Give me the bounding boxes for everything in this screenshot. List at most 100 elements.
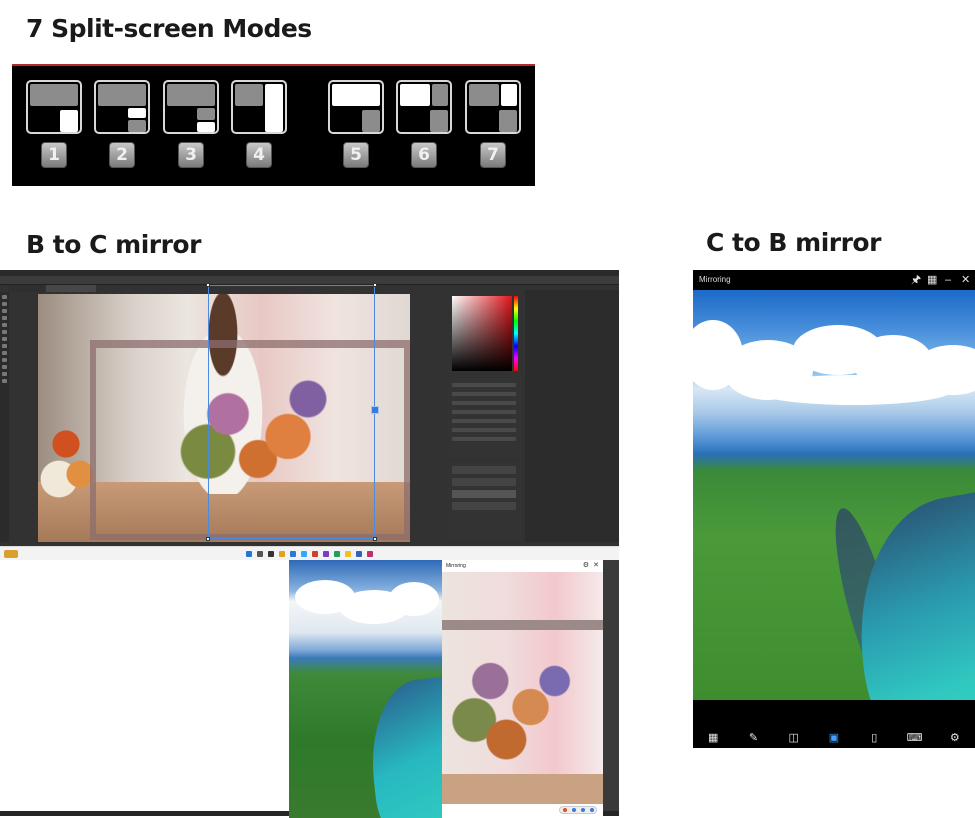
close-icon[interactable]: ✕ — [961, 270, 970, 290]
mode-number: 6 — [411, 142, 437, 168]
gradient-tool-icon[interactable] — [2, 351, 7, 355]
eraser-tool-icon[interactable] — [2, 344, 7, 348]
mode-number: 5 — [343, 142, 369, 168]
layer-row[interactable] — [452, 466, 516, 474]
hue-slider[interactable] — [514, 296, 518, 371]
mode-7-icon — [465, 80, 521, 134]
mode-number: 1 — [41, 142, 67, 168]
tablet-split-view: Mirroring ⚙ ✕ — [289, 560, 603, 818]
document-tab[interactable] — [8, 285, 44, 292]
minimize-icon[interactable]: – — [945, 270, 951, 290]
zoom-tool-icon[interactable] — [2, 379, 7, 383]
transform-handle[interactable] — [206, 537, 210, 541]
mirroring-footer — [442, 804, 603, 818]
control-icon[interactable] — [590, 808, 594, 812]
search-icon[interactable] — [257, 550, 263, 557]
control-icon[interactable] — [572, 808, 576, 812]
properties-panel — [446, 378, 522, 458]
annotate-icon[interactable]: ✎ — [745, 730, 761, 746]
windows-taskbar — [0, 546, 619, 560]
brush-tool-icon[interactable] — [2, 330, 7, 334]
mirroring-controls[interactable] — [559, 806, 597, 814]
app-icon[interactable] — [356, 550, 362, 557]
lasso-tool-icon[interactable] — [2, 309, 7, 313]
transform-handle[interactable] — [373, 283, 377, 287]
mirroring-title: Mirroring — [699, 275, 731, 284]
mirroring-toolbar: ▦ ✎ ◫ ▣ ▯ ⌨ ⚙ — [693, 728, 975, 748]
grid-icon[interactable]: ▦ — [927, 270, 937, 290]
mirrored-photo — [442, 572, 603, 804]
pen-tool-icon[interactable] — [2, 358, 7, 362]
crop-tool-icon[interactable] — [2, 316, 7, 320]
selection-box[interactable] — [206, 283, 379, 541]
eyedropper-tool-icon[interactable] — [2, 323, 7, 327]
layers-panel — [446, 462, 522, 540]
frame-band — [442, 620, 603, 630]
file-explorer-icon[interactable] — [279, 550, 285, 557]
mode-4-button[interactable]: 4 — [231, 80, 287, 168]
phone-icon[interactable]: ▯ — [866, 730, 882, 746]
layer-row[interactable] — [452, 502, 516, 510]
mode-1-button[interactable]: 1 — [26, 80, 82, 168]
control-icon[interactable] — [581, 808, 585, 812]
side-handle[interactable] — [371, 406, 379, 414]
learn-panel — [525, 290, 619, 465]
apps-icon[interactable]: ▦ — [705, 730, 721, 746]
landscape-image — [289, 560, 471, 818]
move-tool-icon[interactable] — [2, 295, 7, 299]
app-icon[interactable] — [334, 550, 340, 557]
transform-handle[interactable] — [206, 283, 210, 287]
weather-icon[interactable] — [4, 550, 18, 558]
tools-panel — [0, 292, 9, 542]
mode-number: 7 — [480, 142, 506, 168]
app-icon[interactable] — [367, 550, 373, 557]
table-surface — [442, 774, 603, 804]
app-icon[interactable] — [323, 550, 329, 557]
task-view-icon[interactable] — [268, 550, 274, 557]
b-to-c-heading: B to C mirror — [26, 230, 201, 259]
type-tool-icon[interactable] — [2, 365, 7, 369]
app-icon[interactable] — [312, 550, 318, 557]
layer-row[interactable] — [452, 478, 516, 486]
mode-3-button[interactable]: 3 — [163, 80, 219, 168]
mode-7-button[interactable]: 7 — [465, 80, 521, 168]
layer-row[interactable] — [452, 490, 516, 498]
document-tab[interactable] — [46, 285, 96, 292]
mode-2-icon — [94, 80, 150, 134]
settings-icon[interactable]: ⚙ — [947, 730, 963, 746]
mode-2-button[interactable]: 2 — [94, 80, 150, 168]
mode-5-button[interactable]: 5 — [328, 80, 384, 168]
cloud — [753, 375, 953, 405]
split-screen-icon[interactable]: ◫ — [786, 730, 802, 746]
edge-icon[interactable] — [290, 550, 296, 557]
mirroring-window: Mirroring 🖈 ▦ – ✕ ▦ ✎ ◫ ▣ ▯ ⌨ ⚙ — [693, 270, 975, 748]
mode-3-icon — [163, 80, 219, 134]
cloud — [389, 582, 439, 616]
mode-number: 3 — [178, 142, 204, 168]
keyboard-icon[interactable]: ⌨ — [907, 730, 923, 746]
record-icon[interactable] — [563, 808, 567, 812]
marquee-tool-icon[interactable] — [2, 302, 7, 306]
close-icon[interactable]: ✕ — [593, 560, 599, 572]
mode-6-icon — [396, 80, 452, 134]
color-picker[interactable] — [452, 296, 512, 371]
mirroring-titlebar: Mirroring ⚙ ✕ — [442, 560, 603, 572]
mode-1-icon — [26, 80, 82, 134]
pin-icon[interactable]: 🖈 — [911, 270, 921, 290]
transform-handle[interactable] — [373, 537, 377, 541]
photoshop-icon[interactable] — [301, 550, 307, 557]
mirror-icon[interactable]: ▣ — [826, 730, 842, 746]
document-tabs — [8, 285, 96, 292]
libraries-panel — [525, 465, 619, 542]
stamp-tool-icon[interactable] — [2, 337, 7, 341]
split-screen-modes-panel: 1 2 3 4 5 6 7 — [12, 64, 535, 186]
hand-tool-icon[interactable] — [2, 372, 7, 376]
flower-bouquet — [442, 642, 603, 772]
settings-icon[interactable]: ⚙ — [583, 560, 589, 572]
mirroring-titlebar: Mirroring 🖈 ▦ – ✕ — [693, 270, 975, 290]
mode-4-icon — [231, 80, 287, 134]
mirrored-landscape — [693, 290, 975, 700]
start-icon[interactable] — [246, 550, 252, 557]
mode-6-button[interactable]: 6 — [396, 80, 452, 168]
app-icon[interactable] — [345, 550, 351, 557]
